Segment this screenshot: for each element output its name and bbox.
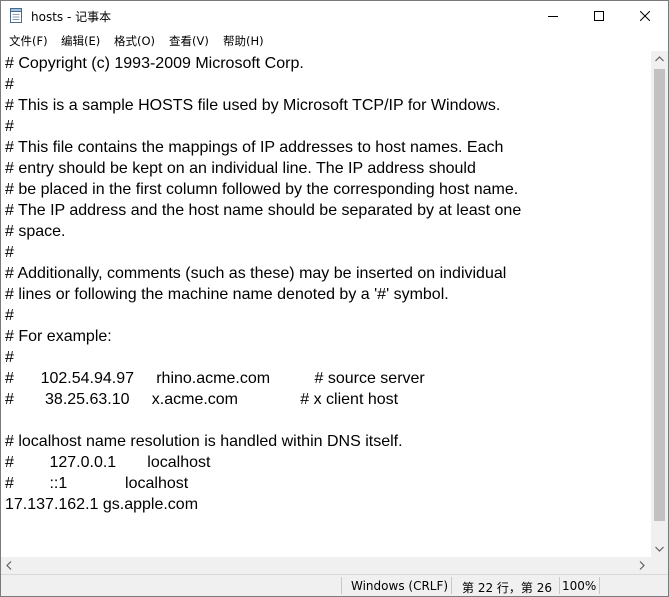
menu-view[interactable]: 查看(V) <box>169 33 209 49</box>
text-line: # This is a sample HOSTS file used by Mi… <box>5 97 501 114</box>
status-cursor-position: 第 22 行，第 26 <box>462 581 552 595</box>
chevron-right-icon[interactable] <box>639 561 645 570</box>
status-bar: Windows (CRLF) 第 22 行，第 26 100% <box>1 574 668 596</box>
menu-format[interactable]: 格式(O) <box>114 33 155 49</box>
scrollbar-corner <box>651 557 668 574</box>
text-line: # lines or following the machine name de… <box>5 286 449 303</box>
chevron-down-icon[interactable] <box>655 546 664 552</box>
text-line: # For example: <box>5 328 112 345</box>
vertical-scrollbar[interactable] <box>651 51 668 557</box>
text-line: # 102.54.94.97 rhino.acme.com # source s… <box>5 370 425 387</box>
title-bar[interactable]: hosts - 记事本 <box>1 1 668 31</box>
minimize-button[interactable] <box>530 1 576 31</box>
text-line: # Additionally, comments (such as these)… <box>5 265 507 282</box>
text-line: # The IP address and the host name shoul… <box>5 202 522 219</box>
text-line: # be placed in the first column followed… <box>5 181 519 198</box>
status-divider <box>341 577 342 594</box>
text-line: # <box>5 76 14 93</box>
text-line: # space. <box>5 223 66 240</box>
menu-edit[interactable]: 编辑(E) <box>61 33 100 49</box>
vertical-scroll-thumb[interactable] <box>654 69 665 521</box>
chevron-left-icon[interactable] <box>6 561 12 570</box>
text-line: # This file contains the mappings of IP … <box>5 139 504 156</box>
notepad-icon <box>10 8 22 23</box>
menu-bar: 文件(F) 编辑(E) 格式(O) 查看(V) 帮助(H) <box>1 31 668 51</box>
text-line: # <box>5 118 14 135</box>
text-editor[interactable]: # Copyright (c) 1993-2009 Microsoft Corp… <box>1 51 651 557</box>
horizontal-scrollbar[interactable] <box>1 557 651 574</box>
text-line: # 127.0.0.1 localhost <box>5 454 211 471</box>
menu-help[interactable]: 帮助(H) <box>223 33 264 49</box>
maximize-button[interactable] <box>576 1 622 31</box>
maximize-icon <box>594 11 604 21</box>
text-line: # entry should be kept on an individual … <box>5 160 476 177</box>
close-icon <box>640 11 650 21</box>
status-divider <box>451 577 452 594</box>
text-line: # <box>5 349 14 366</box>
text-line: # ::1 localhost <box>5 475 189 492</box>
menu-file[interactable]: 文件(F) <box>9 33 48 49</box>
text-line: # 38.25.63.10 x.acme.com # x client host <box>5 391 399 408</box>
minimize-icon <box>548 16 558 17</box>
text-line: # <box>5 307 14 324</box>
status-divider <box>559 577 560 594</box>
window-title: hosts - 记事本 <box>31 10 112 24</box>
text-line: 17.137.162.1 gs.apple.com <box>5 496 199 513</box>
text-line: # Copyright (c) 1993-2009 Microsoft Corp… <box>5 55 304 72</box>
chevron-up-icon[interactable] <box>655 56 664 62</box>
status-encoding: Windows (CRLF) <box>351 579 449 593</box>
text-line: # <box>5 244 14 261</box>
status-zoom: 100% <box>562 579 597 593</box>
status-divider <box>599 577 600 594</box>
close-button[interactable] <box>622 1 668 31</box>
notepad-window: hosts - 记事本 文件(F) 编辑(E) 格式(O) 查看(V) 帮助(H… <box>0 0 669 597</box>
text-line: # localhost name resolution is handled w… <box>5 433 403 450</box>
